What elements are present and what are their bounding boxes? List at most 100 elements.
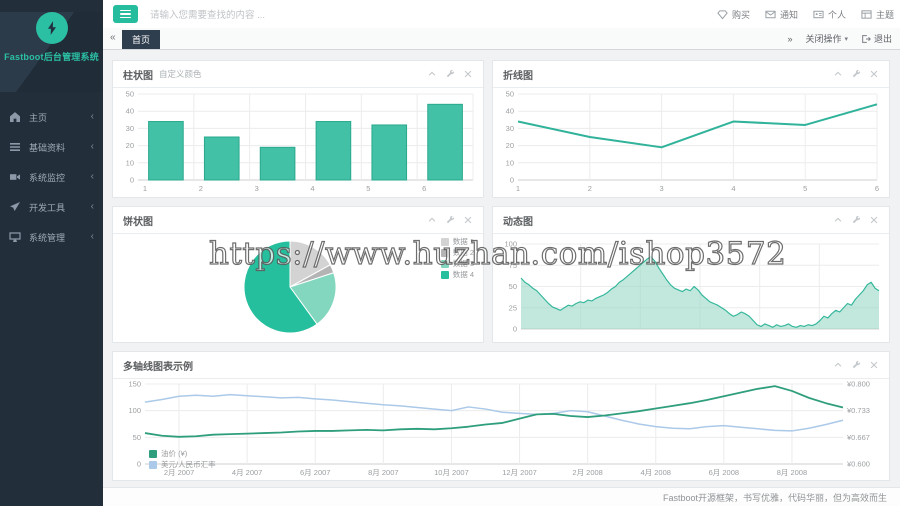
legend-item[interactable]: 数据 2 <box>440 248 474 257</box>
legend-item[interactable]: 油价 (¥) <box>149 449 216 458</box>
sidebar-item-dev-tools[interactable]: 开发工具 ‹ <box>0 192 103 222</box>
panel-tools <box>833 215 879 225</box>
close-operations-label: 关闭操作 <box>805 34 842 44</box>
topbar-item-label: 购买 <box>731 9 750 20</box>
svg-text:20: 20 <box>506 141 514 150</box>
scroll-tabs-right-icon[interactable]: » <box>787 34 792 44</box>
desktop-icon <box>9 231 21 243</box>
pie-chart <box>243 240 337 334</box>
chevron-up-icon[interactable] <box>833 69 843 79</box>
panel-pie-chart: 饼状图 数据 1 数据 2 数据 3 数据 4 <box>112 206 484 343</box>
wrench-icon[interactable] <box>445 215 455 225</box>
panel-header: 折线图 <box>493 61 889 88</box>
footer-text: Fastboot开源框架，书写优雅，代码华丽，但为高效而生 <box>662 492 887 503</box>
tab-home[interactable]: 首页 <box>122 30 161 49</box>
wrench-icon[interactable] <box>851 360 861 370</box>
sidebar-item-monitor[interactable]: 系统监控 ‹ <box>0 162 103 192</box>
panel-tools <box>427 215 473 225</box>
multi-axis-chart: 0 ¥0.600 50 ¥0.667 100 ¥0.733 150 ¥0.800 2月 2007… <box>128 380 870 478</box>
svg-text:0: 0 <box>137 460 141 469</box>
svg-text:100: 100 <box>128 406 141 415</box>
svg-text:8月 2007: 8月 2007 <box>368 468 398 477</box>
legend-item[interactable]: 数据 3 <box>440 259 474 268</box>
tab-bar: « 首页 » 关闭操作 ▾ 退出 <box>103 28 900 50</box>
search-input[interactable] <box>148 4 572 26</box>
wrench-icon[interactable] <box>851 215 861 225</box>
panel-tools <box>833 69 879 79</box>
svg-text:¥0.733: ¥0.733 <box>847 406 870 415</box>
topbar-item-theme[interactable]: 主题 <box>861 8 894 21</box>
svg-text:1: 1 <box>143 184 147 193</box>
sidebar-item-base-data[interactable]: 基础资料 ‹ <box>0 132 103 162</box>
panel-title: 柱状图 <box>123 70 153 82</box>
panel-title: 多轴线图表示例 <box>123 361 193 373</box>
app-logo: Fastboot后台管理系统 <box>0 12 103 92</box>
topbar-item-label: 个人 <box>827 9 846 20</box>
chevron-up-icon[interactable] <box>427 69 437 79</box>
list-icon <box>9 141 21 153</box>
svg-text:50: 50 <box>133 433 141 442</box>
legend-swatch <box>440 270 449 279</box>
panel-title: 动态图 <box>503 216 533 228</box>
chevron-left-icon: ‹ <box>90 141 94 152</box>
svg-text:10: 10 <box>126 158 134 167</box>
svg-text:8月 2008: 8月 2008 <box>777 468 807 477</box>
svg-text:2: 2 <box>199 184 203 193</box>
legend-swatch <box>440 237 449 246</box>
svg-text:0: 0 <box>130 176 134 185</box>
legend-item[interactable]: 数据 1 <box>440 237 474 246</box>
svg-text:¥0.800: ¥0.800 <box>847 380 870 389</box>
svg-text:4: 4 <box>731 184 735 193</box>
wrench-icon[interactable] <box>445 69 455 79</box>
panel-tools <box>427 69 473 79</box>
close-operations-dropdown[interactable]: 关闭操作 ▾ <box>805 32 848 45</box>
svg-text:¥0.667: ¥0.667 <box>847 433 870 442</box>
svg-text:30: 30 <box>126 124 134 133</box>
svg-text:2: 2 <box>588 184 592 193</box>
top-menu: 购买 通知 个人 主题 <box>717 0 894 28</box>
chevron-up-icon[interactable] <box>427 215 437 225</box>
legend-item[interactable]: 数据 4 <box>440 270 474 279</box>
area-chart: 0 25 50 75 100 <box>504 240 880 334</box>
topbar: 购买 通知 个人 主题 <box>103 0 900 28</box>
topbar-item-profile[interactable]: 个人 <box>813 8 846 21</box>
panel-header: 柱状图 自定义颜色 <box>113 61 483 88</box>
menu-toggle-button[interactable] <box>113 5 138 23</box>
close-icon[interactable] <box>463 69 473 79</box>
topbar-item-buy[interactable]: 购买 <box>717 8 750 21</box>
svg-text:4月 2008: 4月 2008 <box>641 468 671 477</box>
svg-text:75: 75 <box>509 261 517 270</box>
legend-swatch <box>440 248 449 257</box>
close-icon[interactable] <box>869 360 879 370</box>
chevron-up-icon[interactable] <box>833 215 843 225</box>
panel-title: 折线图 <box>503 70 533 82</box>
id-card-icon <box>813 9 824 20</box>
panel-line-chart: 折线图 0 10 20 30 40 50 1 2 3 4 5 6 <box>492 60 890 198</box>
svg-text:4月 2007: 4月 2007 <box>232 468 262 477</box>
close-icon[interactable] <box>869 69 879 79</box>
svg-text:10: 10 <box>506 158 514 167</box>
svg-text:6月 2007: 6月 2007 <box>300 468 330 477</box>
close-icon[interactable] <box>463 215 473 225</box>
legend-label: 数据 1 <box>452 237 474 246</box>
close-icon[interactable] <box>869 215 879 225</box>
pie-legend: 数据 1 数据 2 数据 3 数据 4 <box>440 237 474 279</box>
panel-body: 0 10 20 30 40 50 1 2 3 4 5 6 <box>113 88 483 200</box>
svg-text:50: 50 <box>506 90 514 99</box>
panel-header: 多轴线图表示例 <box>113 352 889 379</box>
wrench-icon[interactable] <box>851 69 861 79</box>
legend-item[interactable]: 美元/人民币汇率 <box>149 460 216 469</box>
topbar-item-notice[interactable]: 通知 <box>765 8 798 21</box>
panel-body: 0 25 50 75 100 <box>493 234 889 345</box>
exit-button[interactable]: 退出 <box>861 32 892 45</box>
sidebar-item-system[interactable]: 系统管理 ‹ <box>0 222 103 252</box>
svg-text:50: 50 <box>509 282 517 291</box>
sidebar-item-home[interactable]: 主页 ‹ <box>0 102 103 132</box>
svg-text:2月 2007: 2月 2007 <box>164 468 194 477</box>
svg-text:¥0.600: ¥0.600 <box>847 460 870 469</box>
scroll-tabs-left-icon[interactable]: « <box>110 32 116 43</box>
chevron-up-icon[interactable] <box>833 360 843 370</box>
sidebar-item-label: 主页 <box>29 112 48 123</box>
app-title: Fastboot后台管理系统 <box>4 52 99 62</box>
home-icon <box>9 111 21 123</box>
